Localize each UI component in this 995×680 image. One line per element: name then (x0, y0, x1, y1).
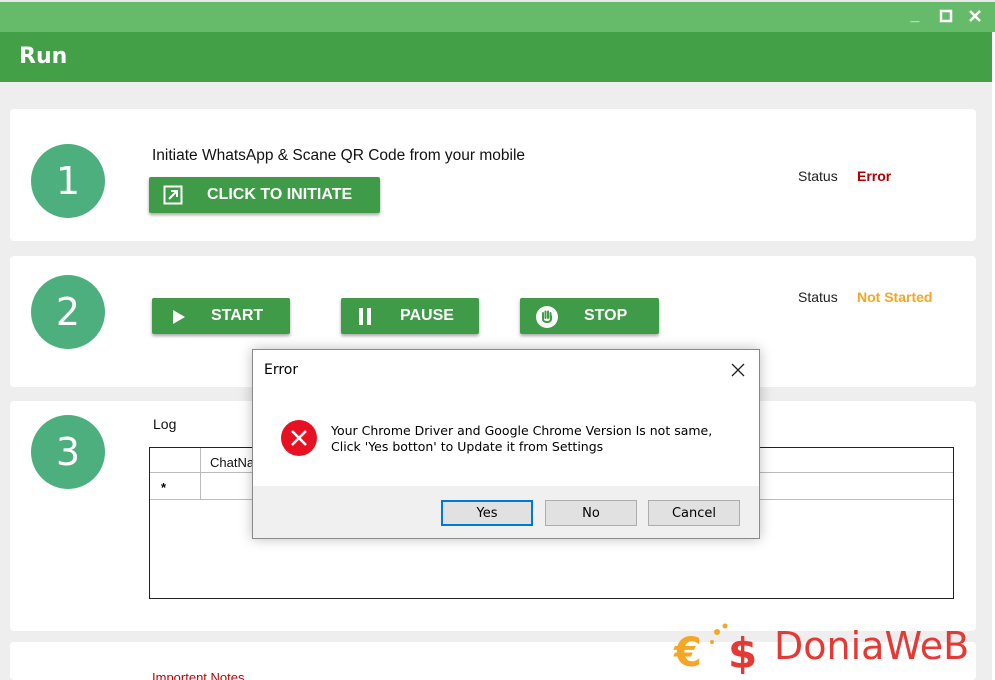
step-1-status-label: Status (798, 168, 838, 184)
step-1-badge: 1 (31, 144, 105, 218)
grid-row-header-column (150, 448, 201, 500)
dialog-title: Error (264, 362, 299, 378)
minimize-button[interactable]: _ (904, 6, 926, 26)
maximize-button[interactable] (935, 6, 957, 29)
grid-column-chatname[interactable]: ChatNa (210, 455, 254, 470)
pause-icon (359, 308, 371, 325)
close-button[interactable] (964, 6, 986, 29)
external-link-icon (163, 185, 183, 205)
page-title: Run (19, 44, 68, 69)
step-3-badge: 3 (31, 415, 105, 489)
notes-heading: Importent Notes (152, 670, 245, 680)
stop-button[interactable]: STOP (520, 298, 659, 334)
play-icon (173, 310, 185, 324)
dialog-message: Your Chrome Driver and Google Chrome Ver… (331, 423, 712, 455)
pause-button-label: PAUSE (400, 307, 454, 324)
initiate-button[interactable]: CLICK TO INITIATE (149, 177, 380, 213)
dialog-message-line-1: Your Chrome Driver and Google Chrome Ver… (331, 423, 713, 438)
dialog-footer: Yes No Cancel (253, 486, 759, 538)
svg-text:$: $ (728, 629, 757, 676)
watermark-text: DoniaWeB (774, 624, 970, 668)
step-1-card: 1 Initiate WhatsApp & Scane QR Code from… (10, 109, 976, 241)
window-titlebar: _ (0, 0, 995, 32)
step-1-status-value: Error (857, 168, 892, 184)
log-label: Log (153, 416, 177, 432)
close-icon (731, 363, 745, 377)
titlebar-strip (0, 0, 995, 2)
cancel-button[interactable]: Cancel (648, 500, 740, 526)
dialog-message-line-2: Click 'Yes botton' to Update it from Set… (331, 439, 604, 454)
error-dialog: Error Your Chrome Driver and Google Chro… (252, 349, 760, 539)
maximize-icon (939, 9, 953, 23)
stop-button-label: STOP (584, 307, 628, 324)
svg-text:€: € (673, 630, 702, 676)
step-2-badge: 2 (31, 275, 105, 349)
pause-button[interactable]: PAUSE (341, 298, 479, 334)
stop-hand-icon (536, 306, 558, 328)
start-button[interactable]: START (152, 298, 290, 334)
page-header: Run (0, 32, 992, 82)
dialog-close-button[interactable] (727, 359, 749, 381)
watermark-logo: € $ DoniaWeB (672, 618, 992, 678)
error-icon (281, 420, 317, 456)
step-1-instruction: Initiate WhatsApp & Scane QR Code from y… (152, 147, 526, 164)
step-2-status-value: Not Started (857, 289, 933, 305)
yes-button[interactable]: Yes (441, 500, 533, 526)
step-2-status-label: Status (798, 289, 838, 305)
initiate-button-label: CLICK TO INITIATE (207, 186, 353, 203)
close-icon (969, 10, 981, 22)
start-button-label: START (211, 307, 264, 324)
no-button[interactable]: No (545, 500, 637, 526)
